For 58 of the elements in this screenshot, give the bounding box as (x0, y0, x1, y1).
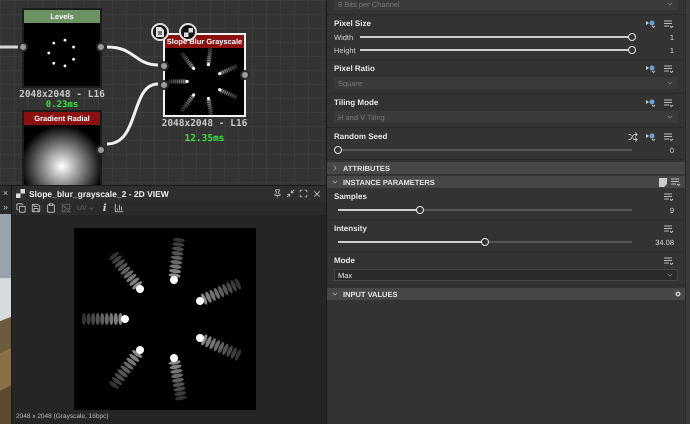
image-icon (61, 203, 71, 213)
slider-thumb[interactable] (481, 238, 489, 246)
pin-icon[interactable] (273, 189, 282, 198)
menu-icon[interactable] (664, 192, 674, 200)
resolution-label: 2048x2048 - L16 (19, 89, 105, 100)
connection-wire (106, 82, 158, 146)
caret-icon (88, 204, 95, 212)
restore-icon[interactable] (286, 189, 295, 198)
parameter-label: Pixel Size (334, 19, 372, 28)
document-icon[interactable] (151, 23, 169, 41)
maximize-icon[interactable] (299, 189, 308, 198)
close-icon[interactable]: × (0, 186, 11, 200)
chevron-icon (666, 0, 674, 8)
save-icon[interactable] (31, 203, 41, 213)
expose-icon[interactable] (646, 19, 656, 28)
parameter-label: Pixel Ratio (334, 64, 376, 73)
clipboard-icon[interactable] (46, 203, 56, 213)
resolution-label: 2048x2048 - L16 (162, 118, 248, 129)
menu-icon[interactable] (664, 132, 674, 140)
node-port[interactable] (240, 70, 250, 80)
expand-icon[interactable]: » (0, 200, 11, 214)
copy-icon[interactable] (16, 203, 26, 213)
menu-icon[interactable] (671, 178, 681, 186)
page-icon[interactable] (659, 178, 667, 186)
parameter-label: Intensity (334, 224, 368, 233)
checker-icon (16, 189, 25, 198)
scrollbar[interactable] (685, 0, 690, 424)
histogram-icon[interactable] (114, 203, 124, 213)
slider-thumb[interactable] (628, 33, 636, 41)
connection-wire (0, 46, 18, 48)
timing-label: 0.23ms (46, 100, 78, 110)
info-button[interactable]: i (100, 202, 109, 214)
connection-wire (106, 46, 158, 66)
slider-thumb[interactable] (628, 46, 636, 54)
chevron-icon (666, 79, 674, 87)
expose-icon[interactable] (646, 132, 656, 141)
timing-label: 12.35ms (184, 133, 225, 144)
parameter-label: Tiling Mode (334, 98, 380, 107)
node-port[interactable] (96, 42, 106, 52)
expose-icon[interactable] (646, 98, 656, 107)
chevron-icon (666, 271, 674, 279)
menu-icon[interactable] (664, 98, 674, 106)
node-port[interactable] (18, 42, 28, 52)
view-title: Slope_blur_grayscale_2 - 2D VIEW (29, 188, 170, 198)
expose-icon[interactable] (646, 64, 656, 73)
chevron-icon (666, 113, 674, 121)
node-port[interactable] (96, 145, 106, 155)
menu-icon[interactable] (664, 224, 674, 232)
menu-icon[interactable] (664, 256, 674, 264)
parameter-label: Mode (334, 256, 356, 265)
shuffle-icon[interactable] (628, 132, 638, 142)
close-icon[interactable] (312, 188, 322, 198)
menu-icon[interactable] (664, 64, 674, 72)
slider-thumb[interactable] (334, 146, 342, 154)
slider-thumb[interactable] (416, 206, 424, 214)
menu-icon[interactable] (664, 20, 674, 28)
parameter-label: Random Seed (334, 132, 388, 141)
parameter-label: Samples (334, 192, 368, 201)
